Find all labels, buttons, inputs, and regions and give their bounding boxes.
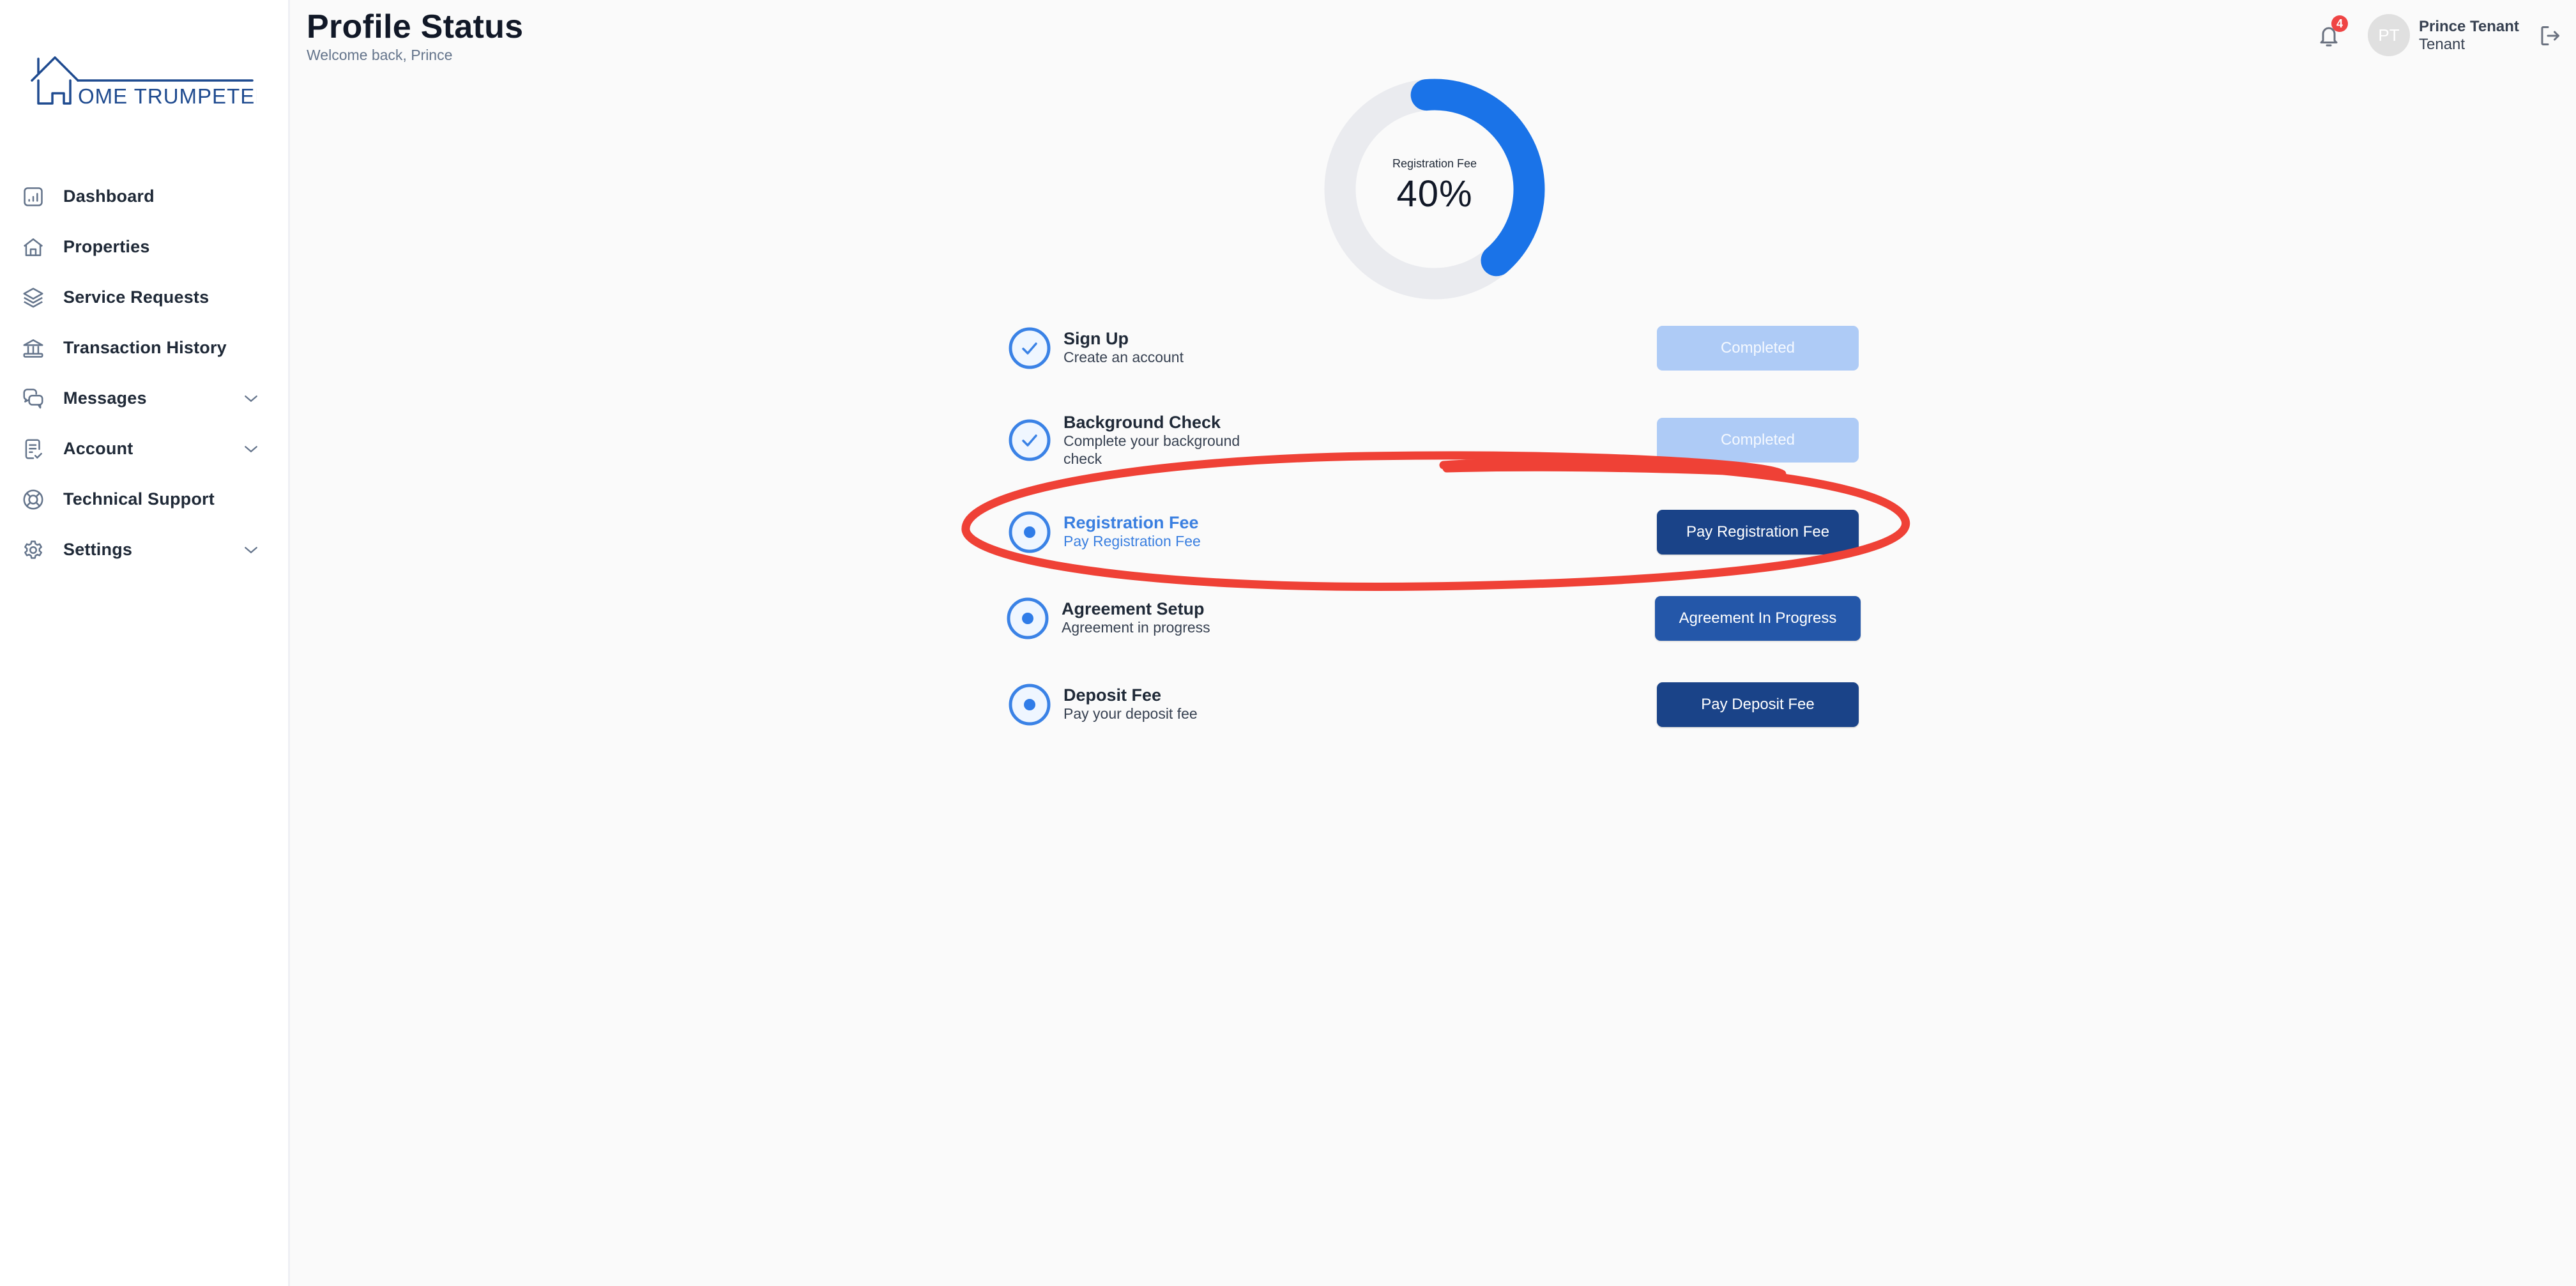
- sidebar-item-account[interactable]: Account: [0, 424, 288, 474]
- sidebar-item-technical-support[interactable]: Technical Support: [0, 474, 288, 524]
- sidebar-item-service-requests[interactable]: Service Requests: [0, 272, 288, 323]
- logo-text: OME TRUMPETER: [78, 84, 257, 107]
- app-root: OME TRUMPETER Dashboard Properties Servi…: [0, 0, 2576, 1286]
- avatar[interactable]: PT: [2368, 14, 2410, 56]
- notification-badge: 4: [2331, 15, 2348, 32]
- step-text: Agreement Setup Agreement in progress: [1062, 599, 1292, 636]
- step-description: Complete your background check: [1063, 432, 1240, 467]
- chat-bubbles-icon: [20, 386, 46, 411]
- page-subtitle: Welcome back, Prince: [307, 47, 453, 63]
- step-description: Create an account: [1063, 349, 1184, 365]
- step-title: Deposit Fee: [1063, 685, 1162, 705]
- step-title: Registration Fee: [1063, 513, 1199, 532]
- layers-icon: [20, 285, 46, 310]
- step-text: Background Check Complete your backgroun…: [1063, 413, 1274, 468]
- page-title: Profile Status: [307, 8, 524, 45]
- step-agreement-setup: Agreement Setup Agreement in progress Ag…: [1007, 590, 1864, 647]
- step-description: Pay your deposit fee: [1063, 705, 1198, 722]
- sidebar-item-label: Account: [63, 439, 133, 458]
- sidebar-item-messages[interactable]: Messages: [0, 373, 288, 424]
- radio-dot-icon: [1009, 684, 1051, 726]
- house-logo-icon: OME TRUMPETER: [31, 56, 270, 108]
- sidebar-item-label: Dashboard: [63, 187, 155, 206]
- sidebar-item-label: Transaction History: [63, 338, 227, 357]
- gear-icon: [20, 537, 46, 563]
- sidebar: OME TRUMPETER Dashboard Properties Servi…: [0, 0, 290, 1286]
- step-text: Sign Up Create an account: [1063, 329, 1293, 366]
- chevron-down-icon[interactable]: [241, 440, 261, 459]
- sidebar-item-label: Properties: [63, 237, 150, 256]
- step-deposit-fee: Deposit Fee Pay your deposit fee Pay Dep…: [1008, 676, 1864, 733]
- logout-icon[interactable]: [2538, 24, 2561, 47]
- user-role: Tenant: [2419, 36, 2465, 53]
- sidebar-item-label: Technical Support: [63, 489, 215, 509]
- bank-icon: [20, 335, 46, 361]
- sidebar-item-label: Messages: [63, 388, 147, 408]
- radio-dot-icon: [1007, 597, 1049, 639]
- pay-deposit-fee-button[interactable]: Pay Deposit Fee: [1657, 682, 1859, 727]
- chevron-down-icon[interactable]: [241, 540, 261, 560]
- chevron-down-icon[interactable]: [241, 389, 261, 408]
- step-background-check: Background Check Complete your backgroun…: [1008, 411, 1864, 469]
- step-text: Deposit Fee Pay your deposit fee: [1063, 685, 1293, 723]
- home-icon: [20, 234, 46, 260]
- sidebar-item-label: Service Requests: [63, 287, 210, 307]
- lifebuoy-icon: [20, 487, 46, 512]
- sidebar-item-properties[interactable]: Properties: [0, 222, 288, 272]
- check-circle-icon: [1009, 419, 1051, 461]
- radio-dot-icon: [1009, 511, 1051, 553]
- sidebar-item-label: Settings: [63, 540, 133, 559]
- brand-logo[interactable]: OME TRUMPETER: [29, 54, 270, 108]
- step-sign-up: Sign Up Create an account Completed: [1008, 319, 1864, 377]
- sidebar-item-settings[interactable]: Settings: [0, 524, 288, 575]
- step-title: Sign Up: [1063, 329, 1129, 348]
- chart-bar-icon: [20, 184, 46, 210]
- step-title: Background Check: [1063, 413, 1221, 432]
- step-description: Agreement in progress: [1062, 619, 1210, 636]
- completed-button[interactable]: Completed: [1657, 418, 1859, 463]
- step-registration-fee: Registration Fee Pay Registration Fee Pa…: [1008, 503, 1864, 561]
- completed-button[interactable]: Completed: [1657, 326, 1859, 371]
- agreement-in-progress-button[interactable]: Agreement In Progress: [1655, 596, 1861, 641]
- step-title: Agreement Setup: [1062, 599, 1205, 618]
- sidebar-nav: Dashboard Properties Service Requests Tr…: [0, 171, 288, 575]
- check-circle-icon: [1009, 327, 1051, 369]
- document-check-icon: [20, 436, 46, 462]
- sidebar-item-transaction-history[interactable]: Transaction History: [0, 323, 288, 373]
- sidebar-item-dashboard[interactable]: Dashboard: [0, 171, 288, 222]
- progress-value: 40%: [1396, 173, 1473, 215]
- user-name: Prince Tenant: [2419, 18, 2519, 35]
- progress-label: Registration Fee: [1392, 157, 1477, 170]
- step-text: Registration Fee Pay Registration Fee: [1063, 513, 1293, 550]
- step-description: Pay Registration Fee: [1063, 533, 1201, 549]
- pay-registration-fee-button[interactable]: Pay Registration Fee: [1657, 510, 1859, 555]
